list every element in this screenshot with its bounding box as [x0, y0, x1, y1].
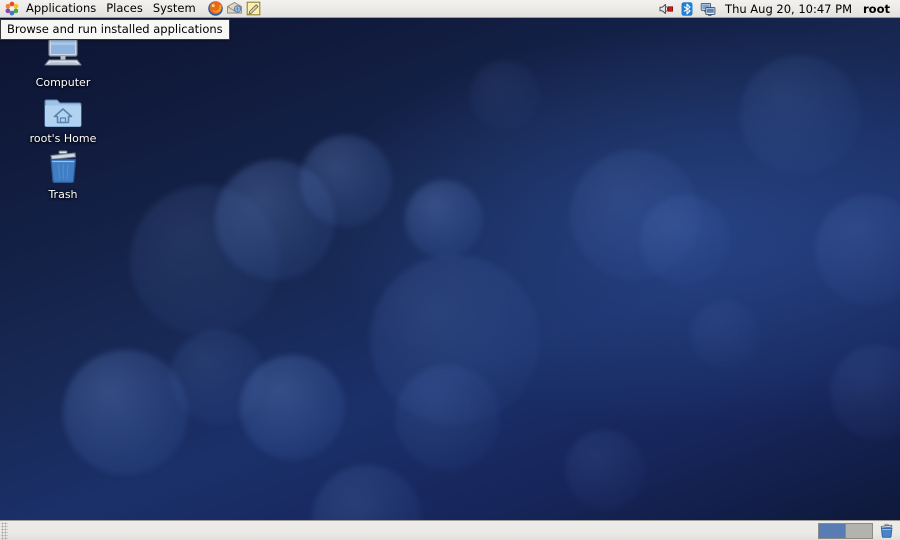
top-panel-right-section: Thu Aug 20, 10:47 PM root [658, 0, 900, 18]
background-bubble [570, 150, 700, 280]
background-bubble [640, 195, 730, 285]
volume-muted-icon[interactable] [658, 1, 674, 17]
background-bubble [565, 430, 645, 510]
fedora-flower-icon[interactable] [2, 1, 21, 16]
firefox-launcher-icon[interactable] [206, 0, 225, 17]
workspace-2[interactable] [846, 523, 872, 538]
background-bubble [130, 185, 280, 335]
text-editor-launcher-icon[interactable] [244, 0, 263, 17]
desktop-icon-label: Trash [48, 188, 78, 201]
trash-applet-icon[interactable] [878, 522, 895, 539]
background-bubble [740, 55, 860, 175]
user-menu-label[interactable]: root [861, 2, 894, 16]
bottom-panel[interactable] [0, 520, 900, 540]
background-bubble [815, 195, 900, 305]
desktop-icon-trash[interactable]: Trash [20, 138, 106, 201]
background-bubble [395, 365, 500, 470]
workspace-1[interactable] [819, 523, 846, 538]
background-bubble [215, 160, 335, 280]
bottom-panel-right-section [818, 521, 900, 540]
background-bubble [63, 350, 188, 475]
top-panel-left-section: Applications Places System [0, 0, 263, 18]
clock[interactable]: Thu Aug 20, 10:47 PM [721, 2, 856, 16]
desktop-icon-home[interactable]: root's Home [20, 82, 106, 145]
bluetooth-icon[interactable] [679, 1, 695, 17]
background-bubble [405, 180, 483, 258]
background-bubble [300, 135, 392, 227]
email-launcher-icon[interactable] [225, 0, 244, 17]
background-bubble [370, 255, 540, 425]
background-bubble [170, 330, 265, 425]
background-bubble [470, 60, 540, 130]
menu-places[interactable]: Places [101, 0, 148, 17]
trash-can-icon [20, 138, 106, 186]
menu-applications[interactable]: Applications [21, 0, 101, 17]
home-folder-icon [20, 82, 106, 130]
background-bubble [240, 355, 345, 460]
background-bubble [830, 345, 900, 440]
menu-system[interactable]: System [148, 0, 201, 17]
top-panel[interactable]: Applications Places System Thu Aug 20, 1… [0, 0, 900, 18]
network-icon[interactable] [700, 1, 716, 17]
workspace-switcher[interactable] [818, 522, 873, 539]
panel-drag-handle[interactable] [1, 521, 8, 540]
applications-menu-tooltip: Browse and run installed applications [0, 19, 230, 40]
desktop-root[interactable]: Applications Places System Thu Aug 20, 1… [0, 0, 900, 540]
background-bubble [690, 300, 760, 370]
